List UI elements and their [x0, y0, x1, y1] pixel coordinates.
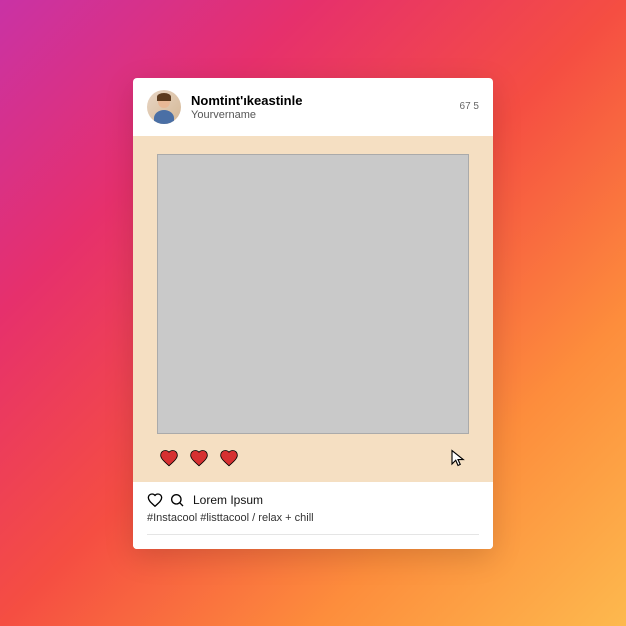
caption-text: Lorem Ipsum — [193, 493, 263, 507]
avatar[interactable] — [147, 90, 181, 124]
hashtags[interactable]: #Instacool #listtacool / relax + chill — [147, 512, 479, 524]
user-info: Nomtint'ıkeastinle Yourvername — [191, 93, 450, 121]
comment-icon[interactable] — [169, 492, 185, 508]
cursor-icon[interactable] — [449, 449, 467, 467]
user-handle[interactable]: Yourvername — [191, 109, 450, 121]
heart-icon[interactable] — [159, 448, 179, 468]
post-footer: Lorem Ipsum #Instacool #listtacool / rel… — [133, 482, 493, 549]
post-card: Nomtint'ıkeastinle Yourvername 67 5 — [133, 78, 493, 549]
username[interactable]: Nomtint'ıkeastinle — [191, 93, 450, 108]
divider — [147, 534, 479, 535]
heart-icon[interactable] — [189, 448, 209, 468]
footer-actions: Lorem Ipsum — [147, 492, 479, 508]
post-header: Nomtint'ıkeastinle Yourvername 67 5 — [133, 78, 493, 136]
like-icon[interactable] — [147, 492, 163, 508]
heart-icon[interactable] — [219, 448, 239, 468]
post-meta: 67 5 — [460, 101, 479, 112]
hearts-group — [159, 448, 239, 468]
post-content — [133, 136, 493, 482]
photo-placeholder[interactable] — [157, 154, 469, 434]
reactions-row — [157, 448, 469, 468]
